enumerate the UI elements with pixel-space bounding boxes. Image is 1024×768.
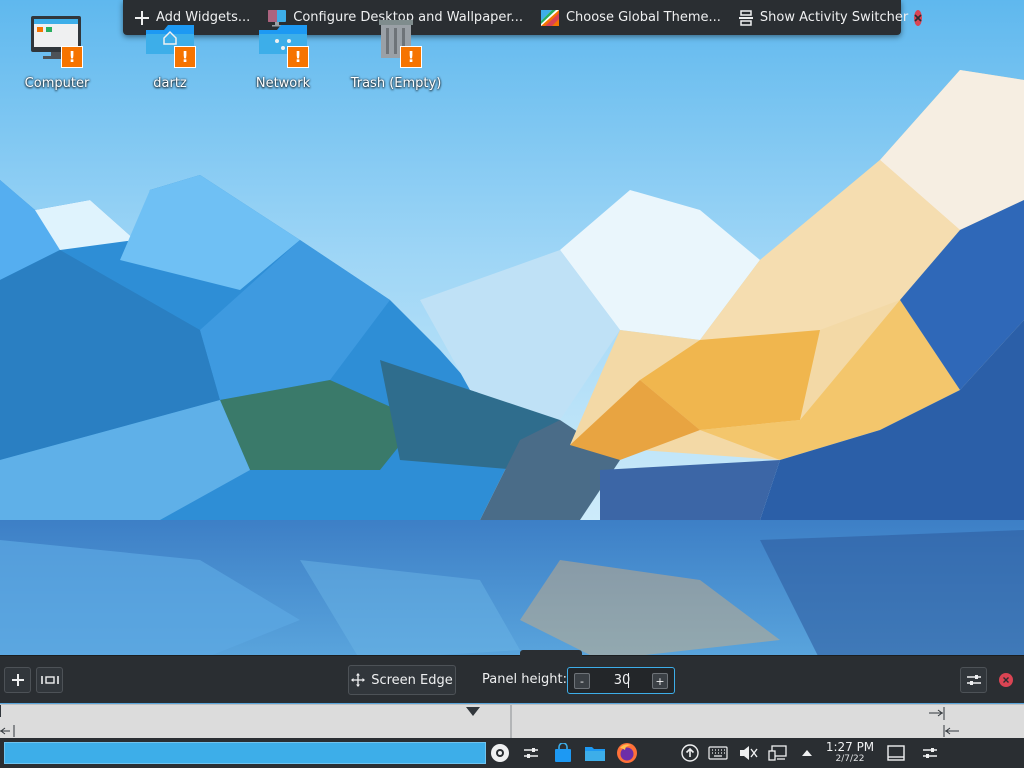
activity-switcher-icon: [738, 9, 753, 26]
offset-handle[interactable]: [466, 707, 480, 716]
desktop-icon-computer[interactable]: ! Computer: [9, 8, 105, 91]
ruler-markers: [0, 705, 959, 739]
panel-configure-button[interactable]: [918, 741, 942, 765]
theme-palette-icon: [540, 9, 559, 26]
discover-launcher[interactable]: [551, 741, 575, 765]
panel-height-handle[interactable]: [520, 650, 582, 656]
network-status[interactable]: [766, 741, 790, 765]
add-widgets-panel-button[interactable]: [4, 667, 31, 693]
panel-height-value[interactable]: 30: [612, 673, 632, 688]
close-panel-config-button[interactable]: [999, 673, 1013, 687]
plus-icon: [11, 674, 24, 686]
application-launcher-button[interactable]: [488, 741, 512, 765]
spacer-icon: [40, 676, 59, 684]
close-toolbox-button[interactable]: [914, 9, 923, 26]
update-icon: [681, 744, 699, 762]
update-notifier-icon[interactable]: [678, 741, 702, 765]
panel-ruler: [0, 704, 1024, 739]
desktop-icon-label: Network: [255, 76, 311, 91]
add-spacer-button[interactable]: [36, 667, 63, 693]
right-min-length-handle[interactable]: [943, 725, 959, 737]
show-desktop-icon: [887, 745, 905, 761]
more-options-button[interactable]: [960, 667, 987, 693]
screen-edge-label: Screen Edge: [371, 672, 453, 688]
screen-edge-button[interactable]: Screen Edge: [348, 665, 456, 695]
keyboard-layout-indicator[interactable]: [706, 741, 730, 765]
pager-button[interactable]: [519, 741, 543, 765]
configure-icon: [923, 748, 937, 758]
taskbar-panel: 1:27 PM 2/7/22: [0, 738, 1024, 768]
activity-switcher-button[interactable]: Show Activity Switcher: [732, 3, 914, 33]
clock-date: 2/7/22: [835, 754, 865, 764]
settings-sliders-icon: [966, 675, 981, 685]
text-caret: [628, 673, 629, 688]
volume-control[interactable]: [736, 741, 760, 765]
warning-badge: !: [400, 46, 422, 68]
kde-launcher-icon: [491, 744, 509, 762]
chevron-up-icon: [802, 750, 812, 756]
desktop-wallpaper: [0, 0, 1024, 660]
system-settings-icon: [524, 748, 538, 758]
global-theme-button[interactable]: Choose Global Theme...: [534, 3, 727, 33]
left-min-length-handle[interactable]: [0, 725, 15, 737]
panel-height-label: Panel height:: [482, 672, 568, 687]
firefox-launcher[interactable]: [615, 741, 639, 765]
panel-config-bar: Screen Edge Panel height: - 30 +: [0, 650, 1024, 703]
digital-clock[interactable]: 1:27 PM 2/7/22: [822, 741, 878, 764]
dolphin-launcher[interactable]: [583, 741, 607, 765]
close-icon: [1003, 677, 1009, 683]
global-theme-label: Choose Global Theme...: [565, 10, 721, 25]
desktop-icon-label: Computer: [24, 76, 90, 91]
keyboard-icon: [708, 746, 728, 760]
close-icon: [914, 13, 922, 22]
activity-switcher-label: Show Activity Switcher: [759, 10, 909, 25]
show-desktop-button[interactable]: [884, 741, 908, 765]
desktop-icon-network[interactable]: ! Network: [235, 8, 331, 91]
desktop-icon-dartz[interactable]: ! dartz: [122, 8, 218, 91]
warning-badge: !: [174, 46, 196, 68]
decrement-button[interactable]: -: [574, 673, 590, 689]
speaker-muted-icon: [740, 746, 758, 760]
wired-network-icon: [768, 745, 787, 761]
folder-icon: [585, 747, 605, 761]
warning-badge: !: [287, 46, 309, 68]
desktop-icon-label: Trash (Empty): [350, 76, 442, 91]
task-manager-area[interactable]: [4, 742, 486, 764]
right-max-length-handle[interactable]: [929, 707, 945, 720]
warning-badge: !: [61, 46, 83, 68]
desktop-icon-trash[interactable]: ! Trash (Empty): [348, 8, 444, 91]
firefox-icon: [617, 743, 637, 763]
move-icon: [351, 673, 366, 687]
panel-height-spinbox[interactable]: - 30 +: [567, 667, 675, 694]
shopping-bag-icon: [555, 743, 571, 762]
desktop-icon-label: dartz: [153, 76, 187, 91]
show-hidden-icons-button[interactable]: [795, 741, 819, 765]
clock-time: 1:27 PM: [825, 740, 875, 754]
increment-button[interactable]: +: [652, 673, 668, 689]
